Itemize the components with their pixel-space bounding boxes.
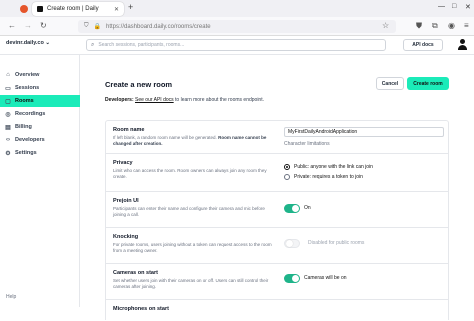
app-header: devinr.daily.co ⌄ ⌕ Search sessions, par… (0, 36, 474, 55)
sidebar-item-label: Recordings (15, 111, 46, 117)
api-docs-link[interactable]: See our API docs (135, 97, 174, 103)
help-link[interactable]: Help (6, 294, 16, 300)
firefox-logo-icon (20, 4, 28, 13)
window-close-icon[interactable]: ✕ (465, 3, 471, 11)
new-tab-icon[interactable]: + (128, 2, 133, 12)
minimize-icon[interactable]: — (438, 3, 445, 10)
browser-tab[interactable]: Create room | Daily ✕ (32, 2, 124, 16)
sidebar-item-label: Rooms (15, 98, 34, 104)
knocking-row: Knocking For private rooms, users joinin… (106, 228, 448, 264)
sidebar-item-sessions[interactable]: ▭ Sessions (0, 82, 80, 94)
developers-note-text: to learn more about the rooms endpoint. (175, 97, 264, 103)
sidebar-item-overview[interactable]: ⌂ Overview (0, 69, 80, 81)
sidebar-item-label: Overview (15, 72, 40, 78)
forward-icon[interactable]: → (24, 21, 32, 30)
sidebar-item-developers[interactable]: ‹› Developers (0, 134, 80, 146)
close-tab-icon[interactable]: ✕ (114, 6, 119, 13)
room-name-row: Room name If left blank, a random room n… (106, 121, 448, 154)
cameras-row: Cameras on start Set whether users join … (106, 264, 448, 300)
cameras-toggle[interactable] (284, 274, 300, 283)
search-icon: ⌕ (91, 41, 95, 48)
privacy-description: Limit who can access the room. Room owne… (113, 168, 267, 179)
shield-icon: ⛉ (84, 23, 89, 29)
privacy-label: Privacy (113, 160, 133, 166)
maximize-icon[interactable]: □ (452, 3, 456, 10)
prejoin-label: Prejoin UI (113, 198, 139, 204)
tab-title: Create room | Daily (47, 6, 99, 12)
overview-icon: ⌂ (6, 72, 10, 78)
room-name-input[interactable]: MyFirstDailyAndroidApplication (284, 127, 444, 137)
knocking-label: Knocking (113, 234, 139, 240)
workspace-switcher[interactable]: devinr.daily.co ⌄ (6, 40, 50, 46)
prejoin-state: On (304, 205, 311, 211)
browser-nav-bar: ← → ↻ ⛉ 🔒 https://dashboard.daily.co/roo… (0, 17, 474, 36)
pocket-icon[interactable]: ⛊ (416, 21, 422, 31)
developers-label: Developers: (105, 97, 134, 103)
developers-icon: ‹› (6, 137, 10, 143)
workspace-name: devinr.daily.co (6, 40, 44, 46)
cameras-state: Cameras will be on (304, 275, 347, 281)
bookmark-star-icon[interactable]: ☆ (382, 21, 389, 30)
room-name-description: If left blank, a random room name will b… (113, 135, 267, 146)
sidebar-item-recordings[interactable]: ◎ Recordings (0, 108, 80, 120)
lock-icon: 🔒 (93, 24, 101, 30)
sessions-icon: ▭ (5, 85, 11, 92)
browser-tab-bar: Create room | Daily ✕ + — □ ✕ (0, 0, 474, 17)
developers-note: Developers: See our API docs to learn mo… (105, 97, 264, 103)
reload-icon[interactable]: ↻ (40, 21, 47, 30)
knocking-toggle[interactable] (284, 239, 300, 248)
prejoin-description: Participants can enter their name and co… (113, 206, 265, 217)
microphones-row: Microphones on start (106, 300, 448, 321)
settings-icon: ⚙ (5, 150, 11, 157)
url-text: https://dashboard.daily.co/rooms/create (106, 23, 211, 30)
billing-icon: ▤ (5, 124, 11, 131)
privacy-public-radio[interactable]: Public: anyone with the link can join (284, 164, 373, 170)
recordings-icon: ◎ (5, 111, 11, 118)
radio-selected-icon (284, 164, 290, 170)
chevron-down-icon: ⌄ (45, 40, 50, 46)
room-form: Room name If left blank, a random room n… (105, 120, 449, 320)
user-avatar-icon[interactable] (457, 39, 468, 51)
sidebar-item-label: Sessions (15, 85, 40, 91)
sidebar-item-label: Settings (15, 150, 37, 156)
extensions-icon[interactable]: ⧉ (432, 21, 438, 31)
main-content: Create a new room Cancel Create room Dev… (80, 55, 474, 320)
sidebar-item-settings[interactable]: ⚙ Settings (0, 147, 80, 159)
knocking-state: Disabled for public rooms (308, 240, 365, 246)
api-docs-button[interactable]: API docs (403, 39, 443, 51)
page-title: Create a new room (105, 80, 173, 89)
rooms-icon: ▢ (5, 98, 11, 105)
sidebar: ⌂ Overview ▭ Sessions ▢ Rooms ◎ Recordin… (0, 55, 80, 307)
search-placeholder: Search sessions, participants, rooms... (98, 42, 185, 48)
privacy-row: Privacy Limit who can access the room. R… (106, 154, 448, 192)
menu-icon[interactable]: ≡ (464, 21, 469, 30)
knocking-description: For private rooms, users joining without… (113, 242, 272, 253)
back-icon[interactable]: ← (8, 21, 16, 30)
privacy-private-radio[interactable]: Private: requires a token to join (284, 174, 363, 180)
address-bar[interactable]: ⛉ 🔒 https://dashboard.daily.co/rooms/cre… (78, 20, 396, 33)
account-icon[interactable]: ◉ (448, 21, 455, 30)
search-input[interactable]: ⌕ Search sessions, participants, rooms..… (86, 39, 386, 51)
daily-favicon-icon (37, 6, 43, 12)
character-limitations-link[interactable]: Character limitations (284, 141, 330, 147)
prejoin-toggle[interactable] (284, 204, 300, 213)
sidebar-item-label: Developers (15, 137, 45, 143)
cancel-button[interactable]: Cancel (376, 77, 404, 90)
sidebar-item-label: Billing (15, 124, 32, 130)
sidebar-item-billing[interactable]: ▤ Billing (0, 121, 80, 133)
prejoin-row: Prejoin UI Participants can enter their … (106, 192, 448, 228)
sidebar-item-rooms[interactable]: ▢ Rooms (0, 95, 80, 107)
cameras-description: Set whether users join with their camera… (113, 278, 269, 289)
create-room-button[interactable]: Create room (407, 77, 449, 90)
radio-unselected-icon (284, 174, 290, 180)
cameras-label: Cameras on start (113, 270, 158, 276)
room-name-label: Room name (113, 127, 145, 133)
